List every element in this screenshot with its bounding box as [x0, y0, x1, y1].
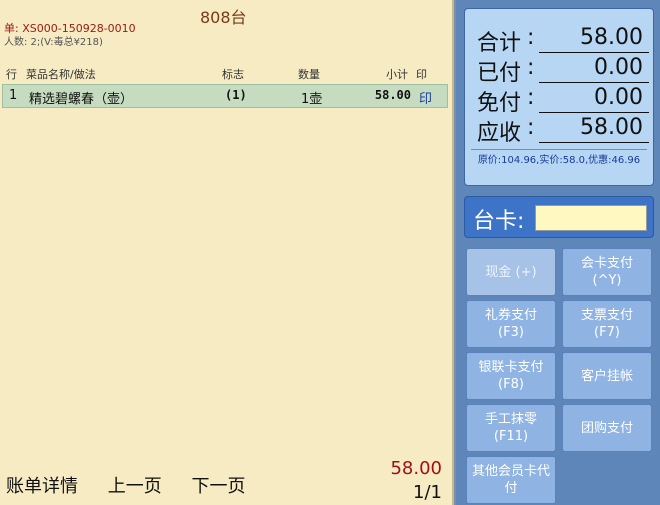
total-label: 合计 [477, 31, 522, 56]
colon: : [527, 55, 535, 80]
prev-page-button[interactable]: 上一页 [108, 476, 162, 497]
row-qty: 1壶 [301, 92, 323, 107]
table-name: 808台 [200, 8, 247, 27]
row-subtotal: 58.00 [374, 88, 411, 102]
other-member-card-button[interactable]: 其他会员卡代 付 [466, 456, 556, 504]
due-line: 应收 : 58.00 [477, 115, 649, 146]
coupon-pay-button[interactable]: 礼券支付 (F3) [466, 300, 556, 348]
paid-value: 0.00 [594, 55, 643, 80]
payment-panel: 合计 : 58.00 已付 : 0.00 免付 : 0.00 应收 : 58.0… [456, 0, 660, 505]
row-print: 印 [419, 92, 433, 107]
table-card-label: 台卡: [473, 209, 525, 234]
cheque-pay-button[interactable]: 支票支付 (F7) [562, 300, 652, 348]
underline [539, 142, 649, 143]
col-name: 菜品名称/做法 [26, 68, 96, 81]
total-line: 合计 : 58.00 [477, 25, 649, 56]
bill-details-button[interactable]: 账单详情 [6, 476, 78, 497]
col-print: 印 [416, 68, 427, 81]
free-value: 0.00 [594, 85, 643, 110]
manual-rounding-button[interactable]: 手工抹零 (F11) [466, 404, 556, 452]
bottom-total: 58.00 [390, 458, 442, 479]
row-idx: 1 [9, 88, 18, 103]
col-flag: 标志 [222, 68, 244, 81]
table-card-input[interactable] [535, 205, 647, 231]
price-note: 原价:104.96,实价:58.0,优惠:46.96 [471, 149, 647, 167]
bottom-nav: 账单详情 上一页 下一页 [6, 472, 269, 498]
order-panel: 808台 单: XS000-150928-0010 人数: 2;(V:毒总¥21… [0, 0, 454, 505]
due-value: 58.00 [580, 115, 643, 140]
free-line: 免付 : 0.00 [477, 85, 649, 116]
groupbuy-pay-button[interactable]: 团购支付 [562, 404, 652, 452]
due-label: 应收 [477, 121, 522, 146]
customer-credit-button[interactable]: 客户挂帐 [562, 352, 652, 400]
cash-button[interactable]: 现金 (+) [466, 248, 556, 296]
member-card-pay-button[interactable]: 会卡支付 (^Y) [562, 248, 652, 296]
underline [539, 112, 649, 113]
items-table-header: 行 菜品名称/做法 标志 数量 小计 印 [0, 66, 448, 82]
total-value: 58.00 [580, 25, 643, 50]
paid-line: 已付 : 0.00 [477, 55, 649, 86]
colon: : [527, 25, 535, 50]
col-qty: 数量 [298, 68, 320, 81]
unionpay-button[interactable]: 银联卡支付 (F8) [466, 352, 556, 400]
table-row[interactable]: 1 精选碧螺春（壶） (1) 1壶 58.00 印 [2, 84, 448, 108]
col-idx: 行 [6, 68, 17, 81]
underline [539, 82, 649, 83]
amount-summary: 合计 : 58.00 已付 : 0.00 免付 : 0.00 应收 : 58.0… [464, 8, 654, 186]
page-indicator: 1/1 [413, 482, 442, 503]
next-page-button[interactable]: 下一页 [191, 476, 245, 497]
table-card: 台卡: [464, 196, 654, 238]
row-flag: (1) [225, 88, 247, 102]
underline [539, 52, 649, 53]
free-label: 免付 [477, 91, 522, 116]
colon: : [527, 85, 535, 110]
col-subtotal: 小计 [386, 68, 408, 81]
row-name: 精选碧螺春（壶） [29, 92, 134, 107]
colon: : [527, 115, 535, 140]
people-count: 人数: 2;(V:毒总¥218) [4, 37, 103, 48]
paid-label: 已付 [477, 61, 522, 86]
